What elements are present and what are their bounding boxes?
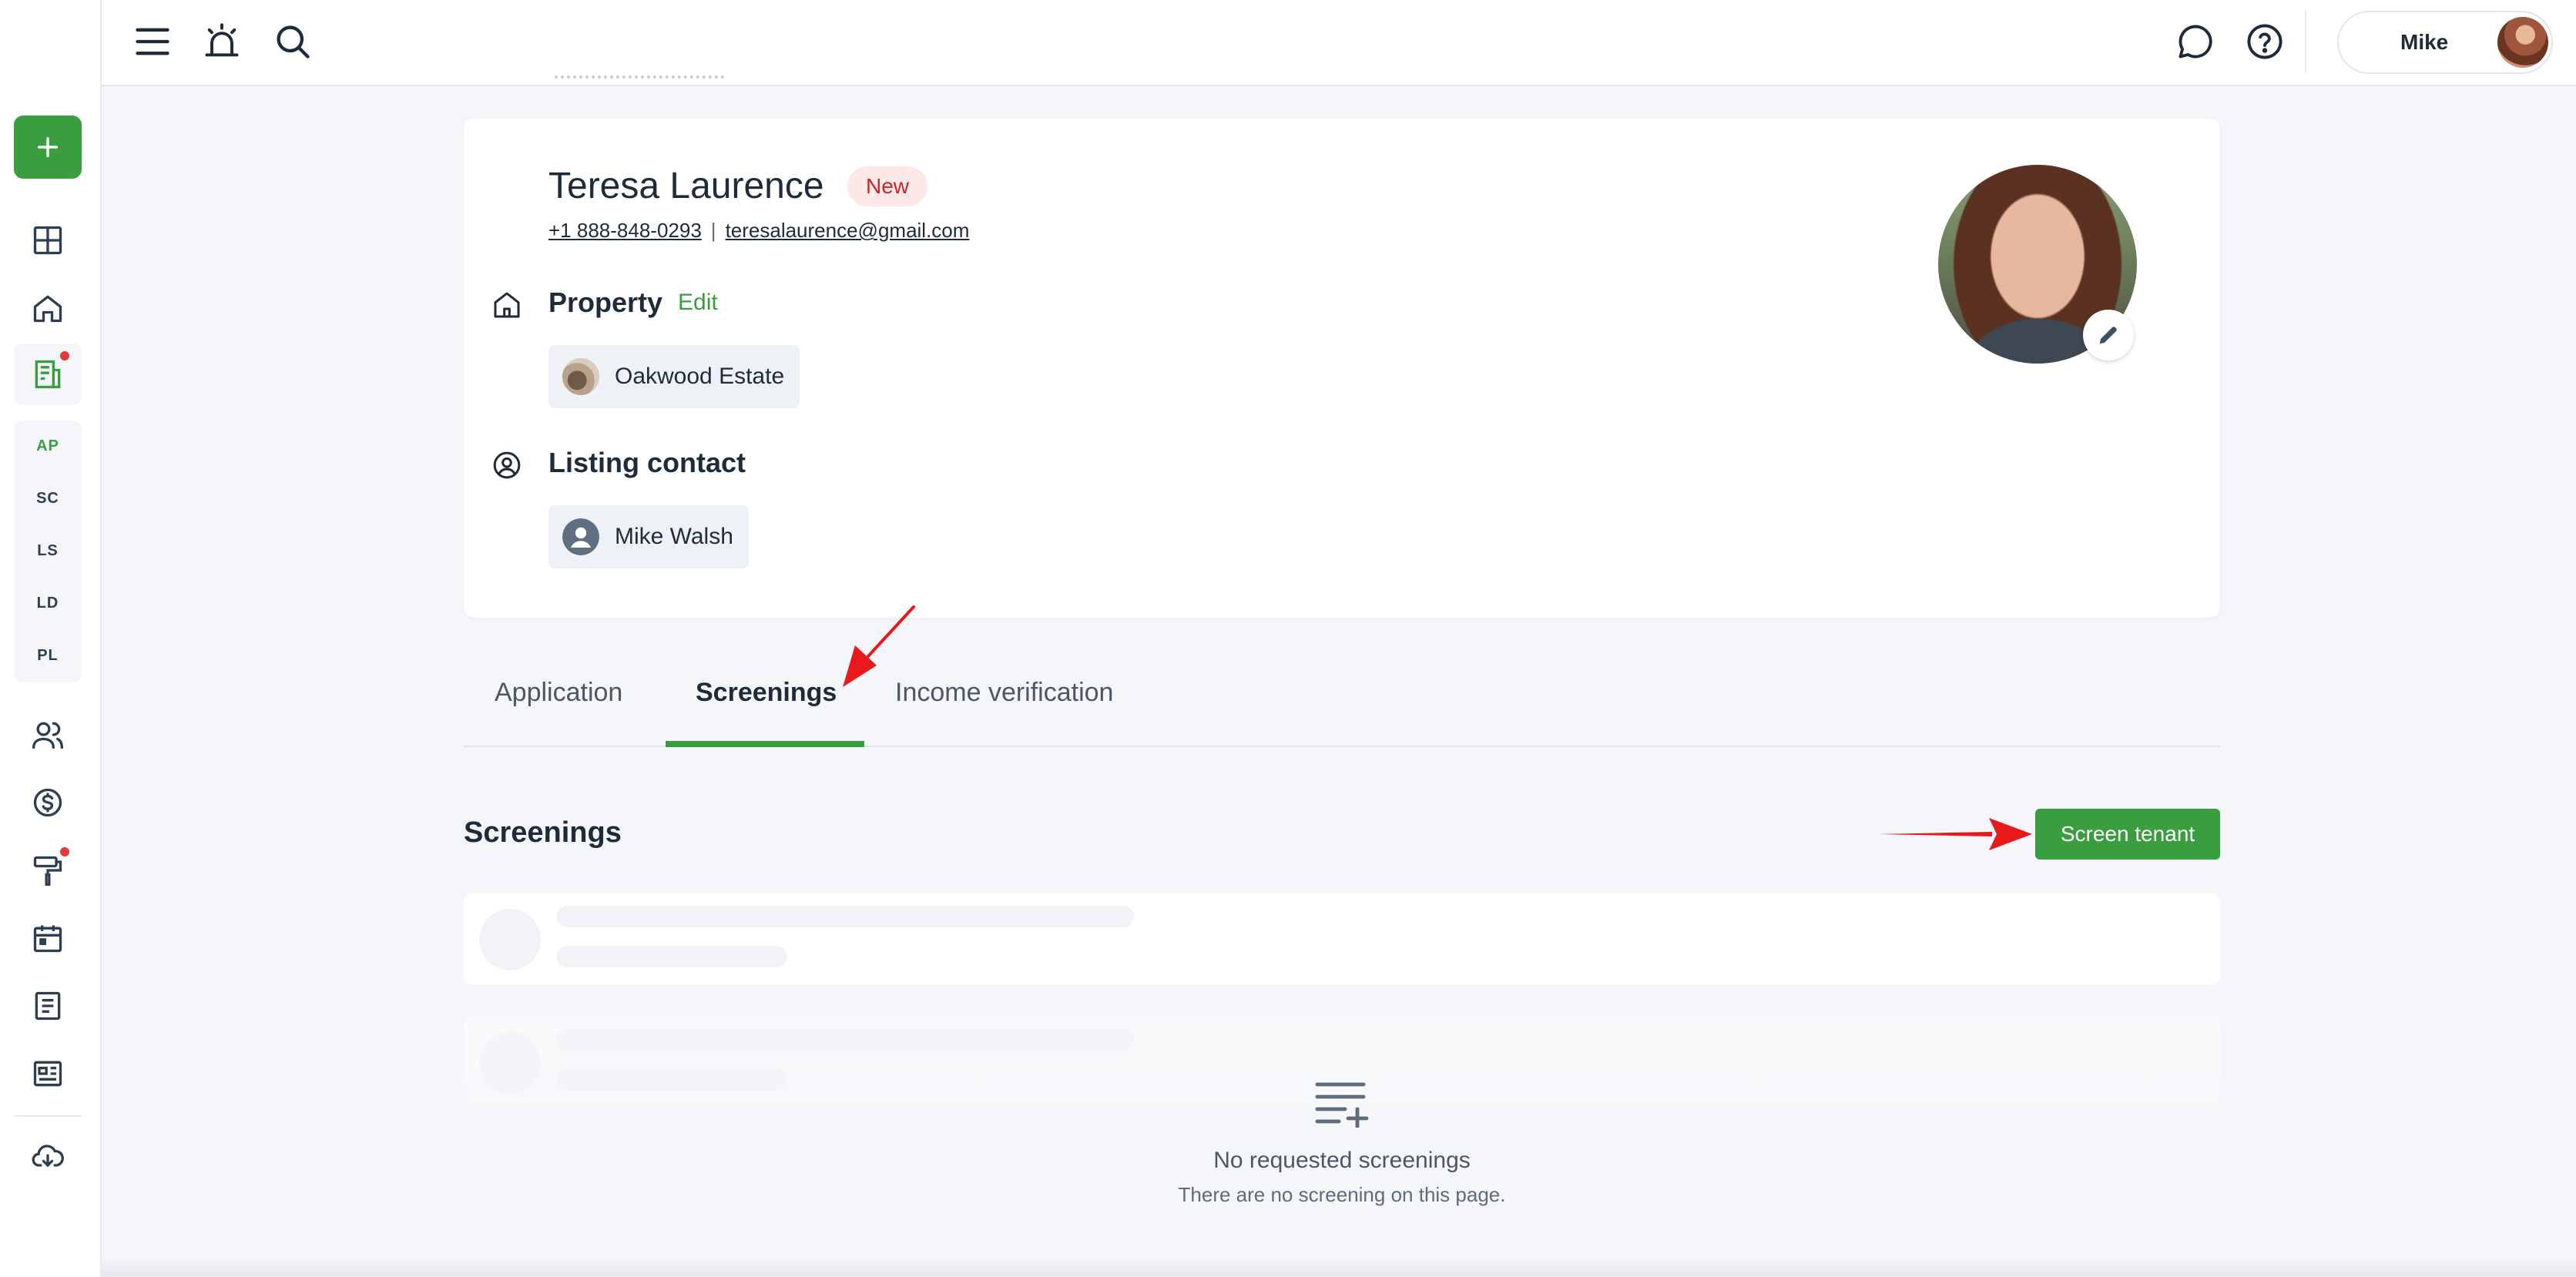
tab-income-verification[interactable]: Income verification — [895, 678, 1113, 708]
property-heading: Property — [548, 287, 663, 318]
active-tab-indicator — [666, 741, 864, 747]
paint-roller-icon[interactable] — [31, 853, 65, 887]
notification-dot — [60, 351, 69, 360]
empty-state-title: No requested screenings — [1213, 1148, 1471, 1173]
skeleton-line — [556, 906, 1134, 927]
home-icon[interactable] — [31, 291, 65, 325]
contact-line: +1 888-848-0293 | teresalaurence@gmail.com — [548, 219, 969, 243]
tab-screenings[interactable]: Screenings — [696, 678, 837, 708]
list-add-icon — [1315, 1082, 1369, 1128]
menu-icon[interactable] — [132, 22, 173, 62]
home-icon — [494, 292, 520, 318]
user-circle-icon — [493, 451, 521, 479]
empty-state-subtitle: There are no screening on this page. — [1178, 1183, 1506, 1206]
document-icon[interactable] — [31, 989, 65, 1023]
screenings-heading: Screenings — [464, 816, 622, 849]
news-icon[interactable] — [31, 1057, 65, 1091]
listing-contact-heading: Listing contact — [548, 447, 746, 478]
annotation-arrow-button — [1878, 818, 2032, 850]
chat-icon[interactable] — [2175, 22, 2215, 62]
cloud-download-icon[interactable] — [31, 1140, 65, 1174]
listing-contact-name: Mike Walsh — [615, 524, 733, 549]
status-badge: New — [847, 166, 928, 206]
property-chip[interactable]: Oakwood Estate — [548, 345, 800, 408]
user-name: Mike — [2400, 30, 2449, 54]
skeleton-avatar — [479, 909, 541, 970]
email-link[interactable]: teresalaurence@gmail.com — [726, 219, 970, 242]
applicant-profile-card: Teresa Laurence New +1 888-848-0293 | tere… — [464, 119, 2220, 618]
users-icon[interactable] — [31, 718, 65, 752]
sidebar-item-pl[interactable]: PL — [0, 647, 96, 665]
screen-tenant-button[interactable]: Screen tenant — [2035, 809, 2220, 860]
bottom-shadow — [102, 1255, 2576, 1277]
scrolled-content-hint — [555, 75, 724, 89]
notification-dot — [60, 847, 69, 856]
user-menu-button[interactable]: Mike — [2337, 11, 2553, 74]
property-edit-link[interactable]: Edit — [678, 290, 718, 316]
sidebar: AP SC LS LD PL — [0, 0, 102, 1277]
sidebar-item-ld[interactable]: LD — [0, 595, 96, 612]
annotation-arrow-tabs — [843, 605, 915, 687]
calendar-icon[interactable] — [31, 921, 65, 955]
edit-photo-button[interactable] — [2083, 310, 2134, 360]
plus-icon — [37, 136, 59, 158]
topbar-separator — [2305, 11, 2306, 72]
avatar — [2497, 17, 2548, 68]
sidebar-item-ls[interactable]: LS — [0, 542, 96, 560]
sidebar-divider — [14, 1115, 82, 1117]
contact-separator: | — [710, 219, 716, 242]
property-name: Oakwood Estate — [615, 364, 785, 389]
sidebar-item-ap[interactable]: AP — [0, 437, 96, 455]
sidebar-item-sc[interactable]: SC — [0, 490, 96, 508]
dashboard-icon[interactable] — [31, 223, 65, 257]
property-thumbnail — [562, 358, 599, 395]
skeleton-line — [556, 946, 787, 967]
pencil-icon — [2099, 327, 2117, 344]
listings-icon[interactable] — [31, 357, 65, 391]
help-icon[interactable] — [2245, 22, 2285, 62]
tab-application[interactable]: Application — [495, 678, 622, 708]
alarm-icon[interactable] — [202, 22, 242, 62]
user-avatar-icon — [562, 518, 599, 555]
search-icon[interactable] — [273, 22, 313, 62]
skeleton-row — [464, 893, 2220, 984]
dollar-icon[interactable] — [31, 786, 65, 819]
top-bar: Mike — [102, 0, 2576, 86]
listing-contact-chip[interactable]: Mike Walsh — [548, 505, 749, 568]
phone-link[interactable]: +1 888-848-0293 — [548, 219, 702, 242]
applicant-name: Teresa Laurence — [548, 166, 824, 206]
add-button[interactable] — [14, 116, 82, 179]
